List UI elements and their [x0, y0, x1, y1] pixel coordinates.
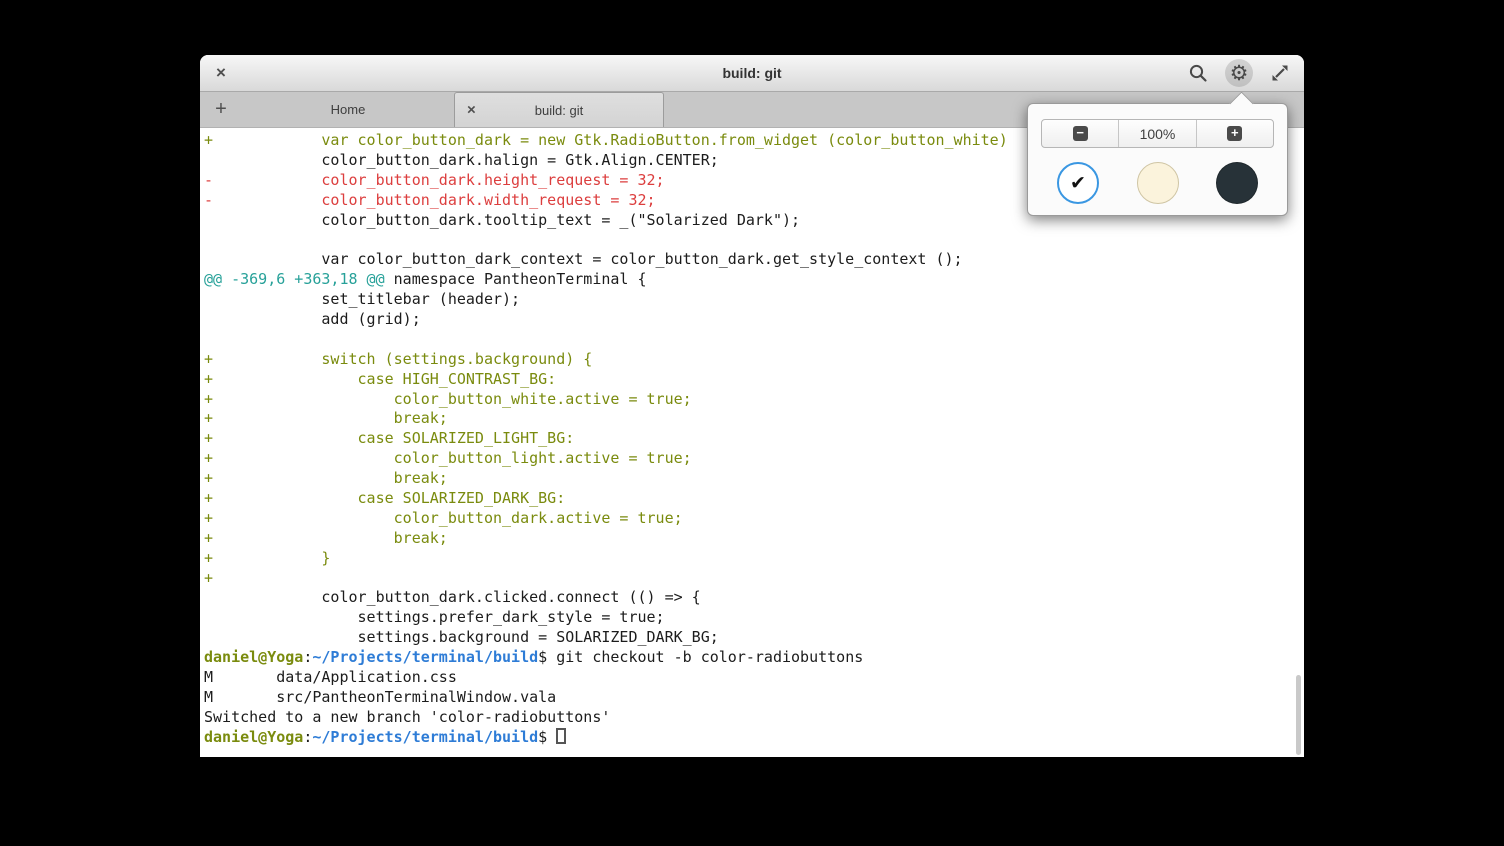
zoom-control: − 100% + [1041, 119, 1274, 148]
terminal-line: daniel@Yoga:~/Projects/terminal/build$ [204, 728, 1304, 748]
terminal-line: + } [204, 549, 1304, 569]
terminal-line: M src/PantheonTerminalWindow.vala [204, 688, 1304, 708]
settings-popover: − 100% + ✔ [1027, 103, 1288, 216]
terminal-line: settings.prefer_dark_style = true; [204, 608, 1304, 628]
terminal-line: var color_button_dark_context = color_bu… [204, 250, 1304, 270]
tab-build-git-label: build: git [535, 103, 583, 118]
checkmark-icon: ✔ [1070, 174, 1086, 193]
theme-solarized-light-button[interactable] [1137, 162, 1179, 204]
terminal-line: + [204, 569, 1304, 589]
tab-close-icon[interactable]: × [467, 102, 476, 119]
terminal-line [204, 330, 1304, 350]
plus-icon: + [1227, 126, 1242, 141]
zoom-out-button[interactable]: − [1042, 120, 1119, 147]
settings-gear-icon[interactable]: ⚙ [1225, 59, 1253, 87]
search-icon[interactable] [1184, 59, 1212, 87]
terminal-line: color_button_dark.clicked.connect (() =>… [204, 588, 1304, 608]
zoom-level[interactable]: 100% [1119, 120, 1196, 147]
terminal-line: M data/Application.css [204, 668, 1304, 688]
titlebar[interactable]: × build: git ⚙ [200, 55, 1304, 92]
window-title: build: git [200, 65, 1304, 81]
fullscreen-expand-icon[interactable] [1266, 59, 1294, 87]
terminal-line: + case SOLARIZED_LIGHT_BG: [204, 429, 1304, 449]
terminal-line: + case HIGH_CONTRAST_BG: [204, 370, 1304, 390]
terminal-line: @@ -369,6 +363,18 @@ namespace PantheonT… [204, 270, 1304, 290]
terminal-line: + break; [204, 409, 1304, 429]
zoom-level-label: 100% [1140, 126, 1176, 142]
terminal-line: + case SOLARIZED_DARK_BG: [204, 489, 1304, 509]
tab-home-label: Home [331, 102, 366, 117]
terminal-cursor [556, 728, 566, 744]
theme-solarized-dark-button[interactable] [1216, 162, 1258, 204]
terminal-line: settings.background = SOLARIZED_DARK_BG; [204, 628, 1304, 648]
theme-high-contrast-button[interactable]: ✔ [1057, 162, 1099, 204]
terminal-line: + break; [204, 529, 1304, 549]
terminal-line: + color_button_white.active = true; [204, 390, 1304, 410]
terminal-line: daniel@Yoga:~/Projects/terminal/build$ g… [204, 648, 1304, 668]
terminal-line [204, 230, 1304, 250]
terminal-line: + color_button_light.active = true; [204, 449, 1304, 469]
terminal-line: + break; [204, 469, 1304, 489]
terminal-line: + color_button_dark.active = true; [204, 509, 1304, 529]
zoom-in-button[interactable]: + [1197, 120, 1273, 147]
tab-build-git[interactable]: × build: git [454, 92, 664, 127]
terminal-line: set_titlebar (header); [204, 290, 1304, 310]
new-tab-button[interactable]: + [200, 92, 242, 127]
scrollbar-thumb[interactable] [1296, 675, 1301, 755]
tab-home[interactable]: Home [242, 92, 454, 127]
terminal-line: + switch (settings.background) { [204, 350, 1304, 370]
gear-glyph: ⚙ [1230, 63, 1249, 84]
terminal-output: + var color_button_dark = new Gtk.RadioB… [204, 131, 1304, 748]
terminal-line: Switched to a new branch 'color-radiobut… [204, 708, 1304, 728]
theme-selector: ✔ [1057, 162, 1258, 204]
terminal-viewport[interactable]: + var color_button_dark = new Gtk.RadioB… [200, 128, 1304, 757]
minus-icon: − [1073, 126, 1088, 141]
terminal-line: add (grid); [204, 310, 1304, 330]
titlebar-actions: ⚙ [1184, 55, 1294, 91]
